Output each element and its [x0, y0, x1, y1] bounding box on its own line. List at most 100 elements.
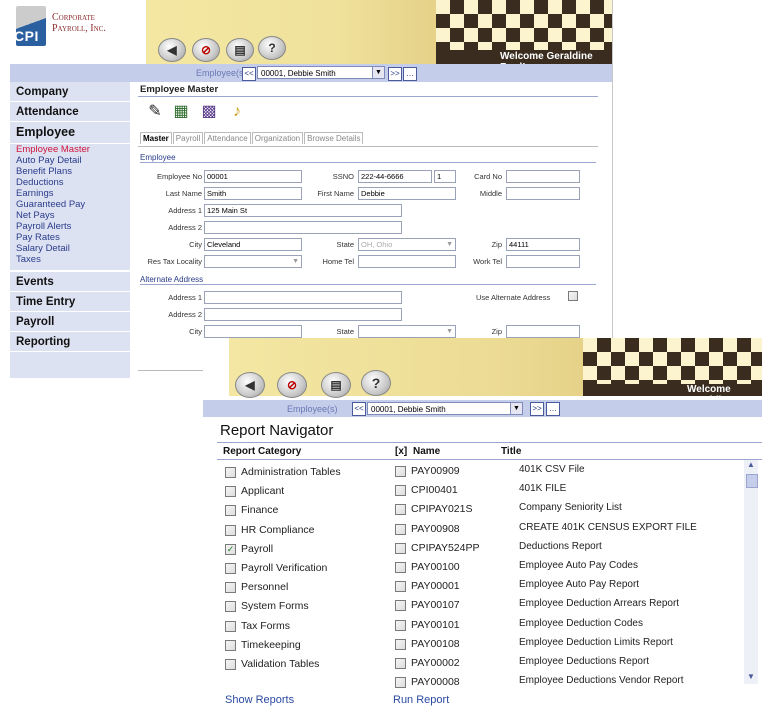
bell-icon[interactable]: ♪: [226, 102, 248, 122]
no-entry-icon[interactable]: ⊘: [192, 38, 220, 62]
report-checkbox[interactable]: [395, 542, 406, 554]
employee-label: Employee(s): [196, 68, 247, 78]
nav-attendance[interactable]: Attendance: [10, 102, 130, 122]
category-checkbox[interactable]: [225, 563, 236, 574]
subnav-guaranteed-pay[interactable]: Guaranteed Pay: [10, 199, 130, 210]
alt-city-field[interactable]: [204, 325, 302, 338]
tab-payroll[interactable]: Payroll: [172, 132, 204, 144]
employee-no-field[interactable]: 00001: [204, 170, 302, 183]
res-tax-locality-select[interactable]: ▼: [204, 255, 302, 268]
tab-browse-details[interactable]: Browse Details: [304, 132, 364, 144]
report-checkbox[interactable]: [395, 581, 406, 593]
last-name-field[interactable]: Smith: [204, 187, 302, 200]
megaphone-icon[interactable]: ◀: [235, 372, 265, 398]
subnav-taxes[interactable]: Taxes: [10, 254, 130, 265]
subnav-deductions[interactable]: Deductions: [10, 177, 130, 188]
zip-field[interactable]: 44111: [506, 238, 580, 251]
report-title: Employee Auto Pay Codes: [519, 560, 638, 571]
tab-attendance[interactable]: Attendance: [204, 132, 251, 144]
scroll-thumb[interactable]: [746, 474, 758, 488]
printer-icon[interactable]: ▤: [321, 372, 351, 398]
no-entry-icon[interactable]: ⊘: [277, 372, 307, 398]
card-no-field[interactable]: [506, 170, 580, 183]
subnav-benefit-plans[interactable]: Benefit Plans: [10, 166, 130, 177]
prev-employee-button[interactable]: <<: [352, 402, 366, 416]
next-employee-button[interactable]: >>: [530, 402, 544, 416]
subnav-pay-rates[interactable]: Pay Rates: [10, 232, 130, 243]
tools-icon[interactable]: ✎: [144, 102, 166, 122]
report-checkbox[interactable]: [395, 504, 406, 516]
scroll-down-icon[interactable]: ▼: [745, 672, 757, 684]
employee-master-window: CPI Corporate Payroll, Inc. Welcome Gera…: [10, 0, 613, 378]
report-checkbox[interactable]: [395, 677, 406, 689]
subnav-earnings[interactable]: Earnings: [10, 188, 130, 199]
alt-zip-field[interactable]: [506, 325, 580, 338]
report-checkbox[interactable]: [395, 562, 406, 573]
nav-events[interactable]: Events: [10, 272, 130, 292]
category-checkbox[interactable]: [225, 639, 236, 651]
help-icon[interactable]: ?: [258, 36, 286, 60]
next-employee-button[interactable]: >>: [388, 67, 402, 81]
category-checkbox[interactable]: ✓: [225, 543, 236, 555]
ssno-field[interactable]: 222-44-6666: [358, 170, 432, 183]
nav-time-entry[interactable]: Time Entry: [10, 292, 130, 312]
search-employee-button[interactable]: …: [403, 67, 417, 81]
report-row: CPIPAY524PP Deductions Report: [395, 540, 735, 556]
col-report-category: Report Category: [223, 446, 302, 457]
report-checkbox[interactable]: [395, 600, 406, 612]
report-name: PAY00008: [411, 676, 460, 689]
search-employee-button[interactable]: …: [546, 402, 560, 416]
run-report-link[interactable]: Run Report: [393, 694, 449, 706]
label-alt-address-1: Address 1: [168, 293, 202, 302]
chart-icon[interactable]: ▩: [198, 102, 220, 122]
scrollbar[interactable]: ▲ ▼: [744, 460, 758, 684]
logo-abbr: CPI: [14, 28, 39, 44]
use-alternate-address-checkbox[interactable]: [568, 291, 578, 301]
work-tel-field[interactable]: [506, 255, 580, 268]
city-field[interactable]: Cleveland: [204, 238, 302, 251]
nav-payroll[interactable]: Payroll: [10, 312, 130, 332]
category-checkbox[interactable]: [225, 601, 236, 613]
report-checkbox[interactable]: [395, 638, 406, 650]
subnav-net-pays[interactable]: Net Pays: [10, 210, 130, 221]
subnav-payroll-alerts[interactable]: Payroll Alerts: [10, 221, 130, 232]
address-2-field[interactable]: [204, 221, 402, 234]
category-checkbox[interactable]: [225, 582, 236, 594]
employee-select-value: 00001, Debbie Smith: [261, 69, 336, 78]
report-row: PAY00909 401K CSV File: [395, 464, 735, 479]
address-1-field[interactable]: 125 Main St: [204, 204, 402, 217]
middle-field[interactable]: [506, 187, 580, 200]
subnav-auto-pay-detail[interactable]: Auto Pay Detail: [10, 155, 130, 166]
prev-employee-button[interactable]: <<: [242, 67, 256, 81]
category-checkbox[interactable]: [225, 486, 236, 498]
nav-company[interactable]: Company: [10, 82, 130, 102]
grid-icon[interactable]: ▦: [170, 102, 192, 122]
nav-employee[interactable]: Employee: [10, 122, 130, 144]
subnav-employee-master[interactable]: Employee Master: [10, 144, 130, 155]
help-icon[interactable]: ?: [361, 370, 391, 396]
tab-organization[interactable]: Organization: [251, 132, 304, 144]
megaphone-icon[interactable]: ◀: [158, 38, 186, 62]
report-checkbox[interactable]: [395, 466, 406, 477]
report-name: CPI00401: [411, 484, 458, 497]
tab-master[interactable]: Master: [140, 132, 172, 144]
employee-select[interactable]: 00001, Debbie Smith ▼: [367, 402, 523, 415]
scroll-up-icon[interactable]: ▲: [745, 460, 757, 472]
category-checkbox[interactable]: [225, 505, 236, 517]
nav-reporting[interactable]: Reporting: [10, 332, 130, 352]
report-checkbox[interactable]: [395, 619, 406, 631]
category-checkbox[interactable]: [225, 467, 236, 478]
employee-select[interactable]: 00001, Debbie Smith ▼: [257, 66, 385, 79]
alt-address-1-field[interactable]: [204, 291, 402, 304]
report-checkbox[interactable]: [395, 658, 406, 669]
alt-address-2-field[interactable]: [204, 308, 402, 321]
report-title: Deductions Report: [519, 540, 602, 552]
subnav-salary-detail[interactable]: Salary Detail: [10, 243, 130, 254]
report-checkbox[interactable]: [395, 485, 406, 497]
category-checkbox[interactable]: [225, 659, 236, 670]
category-checkbox[interactable]: [225, 524, 236, 536]
category-checkbox[interactable]: [225, 620, 236, 632]
report-checkbox[interactable]: [395, 523, 406, 535]
show-reports-link[interactable]: Show Reports: [225, 694, 294, 706]
printer-icon[interactable]: ▤: [226, 38, 254, 62]
